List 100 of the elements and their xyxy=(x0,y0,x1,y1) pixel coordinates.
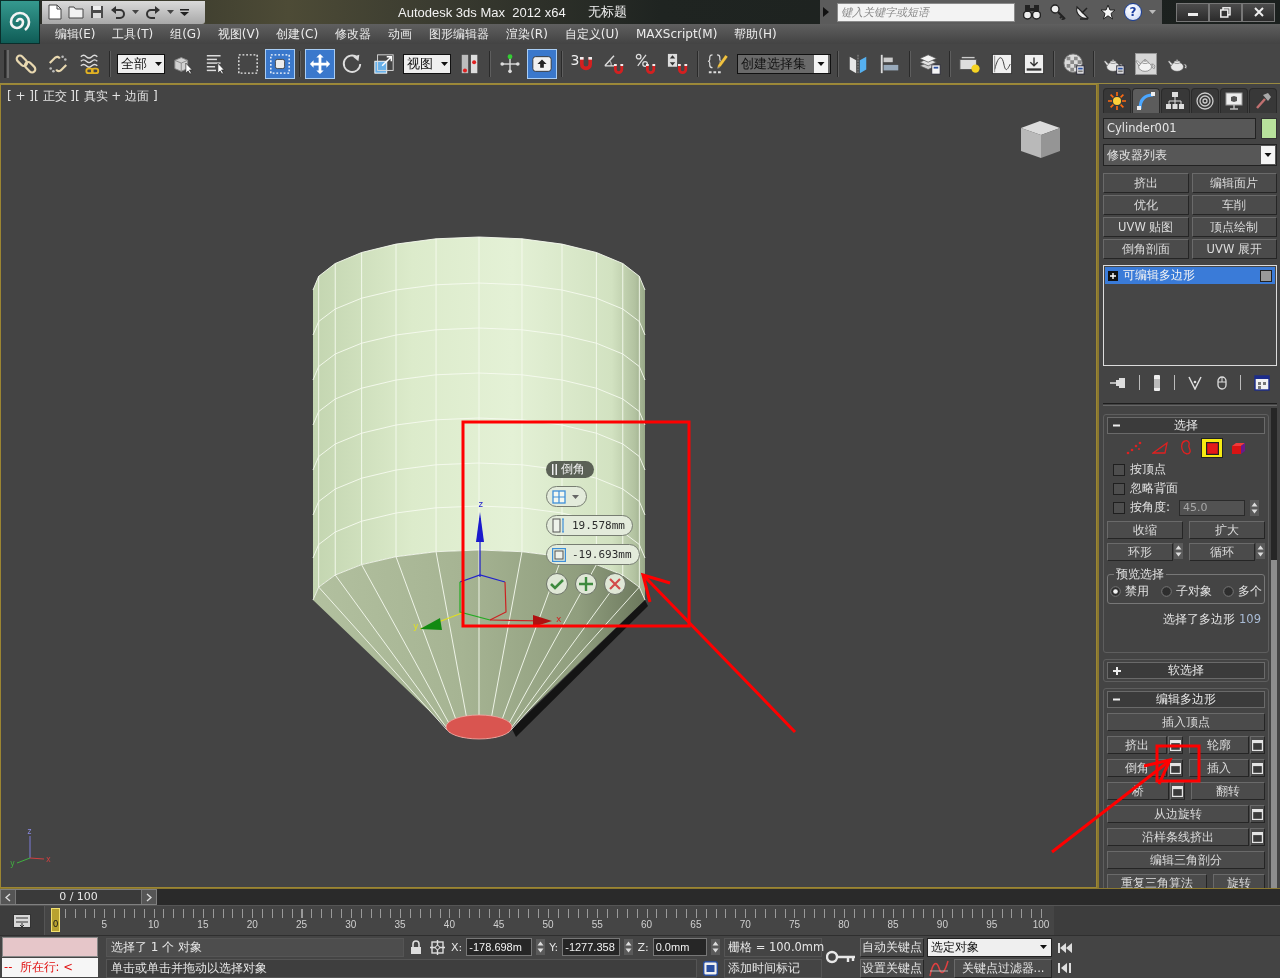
panel-button[interactable]: 沿样条线挤出 xyxy=(1107,828,1249,846)
time-slider-track[interactable]: 0 / 100 xyxy=(0,889,1280,906)
scrollbar[interactable] xyxy=(1271,408,1277,888)
rollout-header[interactable]: 选择 xyxy=(1107,417,1265,434)
panel-button[interactable]: 插入 xyxy=(1189,759,1249,777)
settings-button[interactable] xyxy=(1250,828,1265,846)
modifier-button[interactable]: 倒角剖面 xyxy=(1103,239,1189,259)
menu-item[interactable]: 渲染(R) xyxy=(497,24,557,44)
current-frame-marker[interactable]: 0 xyxy=(51,908,60,932)
selection-filter-dropdown[interactable]: 全部 xyxy=(117,53,165,74)
auto-key-button[interactable]: 自动关键点 xyxy=(860,937,924,957)
panel-button[interactable]: 编辑三角剖分 xyxy=(1107,851,1265,869)
panel-button[interactable]: 扩大 xyxy=(1189,521,1265,539)
view-cube[interactable] xyxy=(1021,121,1060,158)
checkbox[interactable] xyxy=(1113,501,1125,514)
subobject-button[interactable] xyxy=(1201,438,1223,458)
menu-item[interactable]: 帮助(H) xyxy=(725,24,786,44)
panel-button[interactable]: 重复三角算法 xyxy=(1107,874,1207,888)
settings-button[interactable] xyxy=(1250,759,1265,777)
panel-tab[interactable] xyxy=(1132,88,1161,113)
menu-item[interactable]: MAXScript(M) xyxy=(627,24,726,44)
panel-button[interactable]: 收缩 xyxy=(1107,521,1183,539)
modifier-button[interactable]: 顶点绘制 xyxy=(1191,217,1277,237)
frame-label: 75 xyxy=(788,919,801,930)
menu-item[interactable]: 工具(T) xyxy=(103,24,162,44)
panel-tab[interactable] xyxy=(1219,88,1248,113)
menu-item[interactable]: 组(G) xyxy=(161,24,210,44)
panel-tab[interactable] xyxy=(1190,88,1219,113)
panel-button[interactable]: 轮廓 xyxy=(1189,736,1249,754)
menu-item[interactable]: 动画 xyxy=(379,24,421,44)
key-filters-button[interactable]: 关键点过滤器... xyxy=(954,958,1052,978)
script-input-field[interactable] xyxy=(2,937,98,957)
toolbar-button[interactable] xyxy=(305,48,335,79)
stack-item[interactable]: 可编辑多边形 xyxy=(1105,267,1275,284)
modifier-button[interactable]: UVW 贴图 xyxy=(1103,217,1189,237)
menu-item[interactable]: 图形编辑器 xyxy=(420,24,498,44)
crosshair-button[interactable] xyxy=(428,937,448,957)
coordinate-field[interactable]: -178.698m xyxy=(466,938,533,956)
toolbar-button[interactable] xyxy=(265,48,295,79)
modifier-button[interactable]: 编辑面片 xyxy=(1191,173,1277,193)
curve-button[interactable] xyxy=(927,958,951,978)
new-file-button[interactable] xyxy=(47,2,63,22)
minimize-button[interactable] xyxy=(1176,2,1209,22)
modifier-button[interactable]: 挤出 xyxy=(1103,173,1189,193)
star-button[interactable] xyxy=(1099,2,1117,22)
mouse-button[interactable] xyxy=(1214,374,1229,391)
named-selection-dropdown[interactable]: 创建选择集 xyxy=(737,53,831,74)
menu-item[interactable]: 视图(V) xyxy=(209,24,268,44)
panel-button[interactable]: 环形 xyxy=(1107,543,1173,561)
toolbar-button[interactable]: 3 xyxy=(567,48,597,79)
time-tag-field[interactable]: 添加时间标记 xyxy=(724,958,822,978)
viewport-label[interactable]: [ + ][ 正交 ][ 真实 + 边面 ] xyxy=(7,88,158,105)
time-tag-button[interactable] xyxy=(701,958,720,978)
value-spinner[interactable]: 19.578mm xyxy=(546,515,633,536)
panel-button[interactable]: 挤出 xyxy=(1107,736,1167,754)
panel-button[interactable]: 旋转 xyxy=(1213,874,1265,888)
menu-item[interactable]: 创建(C) xyxy=(267,24,327,44)
key-mode-dropdown[interactable]: 选定对象 xyxy=(927,937,1052,957)
next-frame-button[interactable] xyxy=(141,890,156,904)
settings-button[interactable] xyxy=(1250,736,1265,754)
set-key-button[interactable]: 设置关键点 xyxy=(860,958,924,978)
time-slider-thumb[interactable]: 0 / 100 xyxy=(0,889,157,905)
panel-button[interactable]: 循环 xyxy=(1189,543,1255,561)
object-name-field[interactable]: Cylinder001 xyxy=(1103,118,1256,139)
color-swatch-icon[interactable] xyxy=(1261,118,1277,139)
panel-tab[interactable] xyxy=(1103,88,1132,113)
coordinate-field[interactable]: 0.0mm xyxy=(652,938,707,956)
settings-button[interactable] xyxy=(1250,805,1265,823)
checkbox[interactable] xyxy=(1113,463,1125,476)
close-button[interactable] xyxy=(1242,2,1275,22)
settings-button[interactable] xyxy=(1168,759,1183,777)
restore-button[interactable] xyxy=(1209,2,1242,22)
panel-button[interactable]: 翻转 xyxy=(1191,782,1265,800)
checkbox[interactable] xyxy=(1113,482,1125,495)
panel-button[interactable]: 从边旋转 xyxy=(1107,805,1249,823)
coordinate-system-dropdown[interactable]: 视图 xyxy=(403,53,451,74)
menu-item[interactable]: 修改器 xyxy=(326,24,380,44)
value-spinner[interactable]: -19.693mm xyxy=(546,544,640,565)
panel-tab[interactable] xyxy=(1161,88,1190,113)
help-button[interactable]: ? xyxy=(1124,3,1142,21)
script-output-field[interactable]: -- 所在行: < xyxy=(2,958,98,977)
modifier-button[interactable]: UVW 展开 xyxy=(1191,239,1277,259)
toolbar-button[interactable] xyxy=(527,48,557,79)
rollout-header[interactable]: 编辑多边形 xyxy=(1107,691,1265,708)
search-field[interactable]: 键入关键字或短语 xyxy=(837,2,1015,22)
menu-item[interactable]: 自定义(U) xyxy=(556,24,628,44)
window-grid-button[interactable] xyxy=(1251,374,1272,391)
panel-tab[interactable] xyxy=(1248,88,1278,113)
menu-item[interactable]: 编辑(E) xyxy=(46,24,104,44)
modifier-button[interactable]: 车削 xyxy=(1191,195,1277,215)
search-button[interactable] xyxy=(1022,2,1042,22)
coordinate-field[interactable]: -1277.358 xyxy=(562,938,621,956)
panel-button[interactable]: 插入顶点 xyxy=(1107,713,1265,731)
modifier-button[interactable]: 优化 xyxy=(1103,195,1189,215)
previous-frame-button[interactable] xyxy=(1,890,16,904)
key-button[interactable] xyxy=(1049,2,1067,22)
caret-icon xyxy=(1149,10,1156,14)
v-shape-button[interactable] xyxy=(1185,374,1204,391)
modifier-list-dropdown[interactable]: 修改器列表 xyxy=(1103,144,1277,166)
app-menu-button[interactable] xyxy=(0,0,40,44)
